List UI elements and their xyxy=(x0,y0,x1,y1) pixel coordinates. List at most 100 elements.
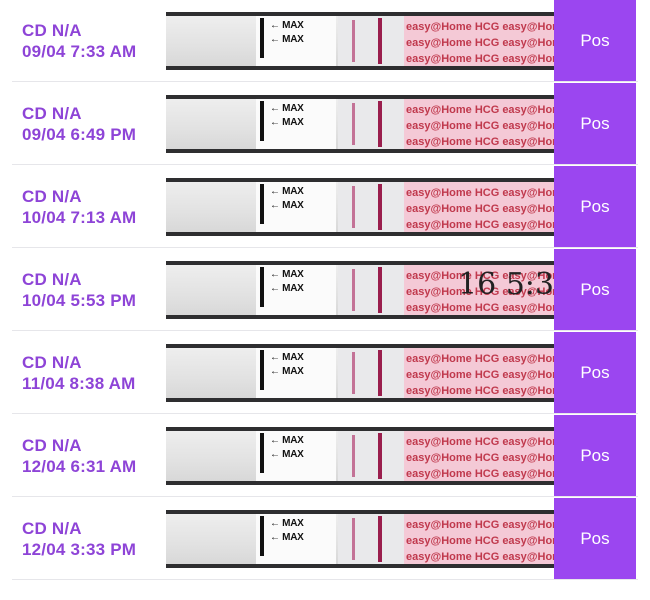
max-text: ← MAX xyxy=(270,283,304,294)
test-strip-photo[interactable]: ← MAX ← MAX easy@Home HCG easy@Home HCG … xyxy=(166,344,554,402)
max-text: ← MAX xyxy=(270,200,304,211)
strip-wrapper: easy@Home HCG easy@Home HCG easy@Home HC… xyxy=(404,265,554,315)
brand-text: easy@Home HCG easy@Home HCG xyxy=(406,219,554,231)
control-line xyxy=(378,516,382,562)
result-button[interactable]: Pos xyxy=(554,415,636,496)
max-marker-bar xyxy=(260,350,264,390)
brand-text: easy@Home HCG easy@Home HCG xyxy=(406,452,554,464)
brand-text: easy@Home HCG easy@Home HCG xyxy=(406,104,554,116)
brand-text: easy@Home HCG easy@Home HCG xyxy=(406,120,554,132)
strip-wrapper: easy@Home HCG easy@Home HCG easy@Home HC… xyxy=(404,182,554,232)
row-date-label: CD N/A 12/04 3:33 PM xyxy=(22,518,136,560)
test-line xyxy=(352,20,355,62)
row-date-label: CD N/A 12/04 6:31 AM xyxy=(22,435,136,477)
strip-wrapper: easy@Home HCG easy@Home HCG easy@Home HC… xyxy=(404,16,554,66)
max-text: ← MAX xyxy=(270,532,304,543)
test-line xyxy=(352,352,355,394)
result-button[interactable]: Pos xyxy=(554,166,636,247)
result-window xyxy=(338,348,406,398)
row-separator xyxy=(12,413,638,414)
row-separator xyxy=(12,496,638,497)
test-strip-photo[interactable]: ← MAX ← MAX easy@Home HCG easy@Home HCG … xyxy=(166,178,554,236)
test-datetime: 09/04 6:49 PM xyxy=(22,125,137,144)
max-marker-bar xyxy=(260,184,264,224)
max-text: ← MAX xyxy=(270,103,304,114)
cycle-day: CD N/A xyxy=(22,270,82,289)
row-date-label: CD N/A 09/04 7:33 AM xyxy=(22,20,136,62)
cycle-day: CD N/A xyxy=(22,519,82,538)
max-marker-bar xyxy=(260,18,264,58)
test-strip-photo[interactable]: ← MAX ← MAX easy@Home HCG easy@Home HCG … xyxy=(166,427,554,485)
strip-wrapper: easy@Home HCG easy@Home HCG easy@Home HC… xyxy=(404,514,554,564)
strip-wrapper: easy@Home HCG easy@Home HCG easy@Home HC… xyxy=(404,431,554,481)
result-window xyxy=(338,265,406,315)
max-text: ← MAX xyxy=(270,352,304,363)
log-row[interactable]: CD N/A 11/04 8:38 AM ← MAX ← MAX easy@Ho… xyxy=(0,332,650,414)
brand-text: easy@Home HCG easy@Home HCG xyxy=(406,21,554,33)
strip-wrapper: easy@Home HCG easy@Home HCG easy@Home HC… xyxy=(404,348,554,398)
max-text: ← MAX xyxy=(270,269,304,280)
control-line xyxy=(378,350,382,396)
row-separator xyxy=(12,247,638,248)
log-row[interactable]: CD N/A 09/04 6:49 PM ← MAX ← MAX easy@Ho… xyxy=(0,83,650,165)
cycle-day: CD N/A xyxy=(22,21,82,40)
max-text: ← MAX xyxy=(270,435,304,446)
test-line xyxy=(352,103,355,145)
max-text: ← MAX xyxy=(270,34,304,45)
control-line xyxy=(378,433,382,479)
max-text: ← MAX xyxy=(270,186,304,197)
control-line xyxy=(378,18,382,64)
row-separator xyxy=(12,81,638,82)
brand-text: easy@Home HCG easy@Home HCG xyxy=(406,369,554,381)
test-strip-photo[interactable]: ← MAX ← MAX easy@Home HCG easy@Home HCG … xyxy=(166,261,554,319)
log-row[interactable]: CD N/A 10/04 5:53 PM ← MAX ← MAX easy@Ho… xyxy=(0,249,650,331)
row-date-label: CD N/A 09/04 6:49 PM xyxy=(22,103,136,145)
max-text: ← MAX xyxy=(270,518,304,529)
cycle-day: CD N/A xyxy=(22,353,82,372)
log-row[interactable]: CD N/A 12/04 6:31 AM ← MAX ← MAX easy@Ho… xyxy=(0,415,650,497)
row-date-label: CD N/A 10/04 7:13 AM xyxy=(22,186,136,228)
result-window xyxy=(338,431,406,481)
test-strip-photo[interactable]: ← MAX ← MAX easy@Home HCG easy@Home HCG … xyxy=(166,95,554,153)
test-line xyxy=(352,186,355,228)
row-separator xyxy=(12,330,638,331)
max-marker-bar xyxy=(260,267,264,307)
brand-text: easy@Home HCG easy@Home HCG xyxy=(406,37,554,49)
log-row[interactable]: CD N/A 10/04 7:13 AM ← MAX ← MAX easy@Ho… xyxy=(0,166,650,248)
result-button[interactable]: Pos xyxy=(554,83,636,164)
cycle-day: CD N/A xyxy=(22,187,82,206)
max-marker-bar xyxy=(260,433,264,473)
test-line xyxy=(352,435,355,477)
brand-text: easy@Home HCG easy@Home HCG xyxy=(406,468,554,480)
brand-text: easy@Home HCG easy@Home HCG xyxy=(406,519,554,531)
control-line xyxy=(378,267,382,313)
cycle-day: CD N/A xyxy=(22,104,82,123)
result-window xyxy=(338,99,406,149)
test-line xyxy=(352,518,355,560)
result-window xyxy=(338,514,406,564)
row-separator xyxy=(12,579,638,580)
max-text: ← MAX xyxy=(270,449,304,460)
brand-text: easy@Home HCG easy@Home HCG xyxy=(406,535,554,547)
row-separator xyxy=(12,164,638,165)
test-strip-photo[interactable]: ← MAX ← MAX easy@Home HCG easy@Home HCG … xyxy=(166,12,554,70)
row-date-label: CD N/A 11/04 8:38 AM xyxy=(22,352,135,394)
control-line xyxy=(378,184,382,230)
result-button[interactable]: Pos xyxy=(554,332,636,413)
brand-text: easy@Home HCG easy@Home HCG xyxy=(406,136,554,148)
test-datetime: 10/04 7:13 AM xyxy=(22,208,137,227)
result-button[interactable]: Pos xyxy=(554,0,636,81)
test-strip-photo[interactable]: ← MAX ← MAX easy@Home HCG easy@Home HCG … xyxy=(166,510,554,568)
max-text: ← MAX xyxy=(270,117,304,128)
brand-text: easy@Home HCG easy@Home HCG xyxy=(406,203,554,215)
result-button[interactable]: Pos xyxy=(554,249,636,330)
cycle-day: CD N/A xyxy=(22,436,82,455)
log-row[interactable]: CD N/A 09/04 7:33 AM ← MAX ← MAX easy@Ho… xyxy=(0,0,650,82)
log-row[interactable]: CD N/A 12/04 3:33 PM ← MAX ← MAX easy@Ho… xyxy=(0,498,650,580)
max-text: ← MAX xyxy=(270,366,304,377)
strip-wrapper: easy@Home HCG easy@Home HCG easy@Home HC… xyxy=(404,99,554,149)
result-window xyxy=(338,16,406,66)
max-marker-bar xyxy=(260,516,264,556)
result-button[interactable]: Pos xyxy=(554,498,636,579)
max-marker-bar xyxy=(260,101,264,141)
